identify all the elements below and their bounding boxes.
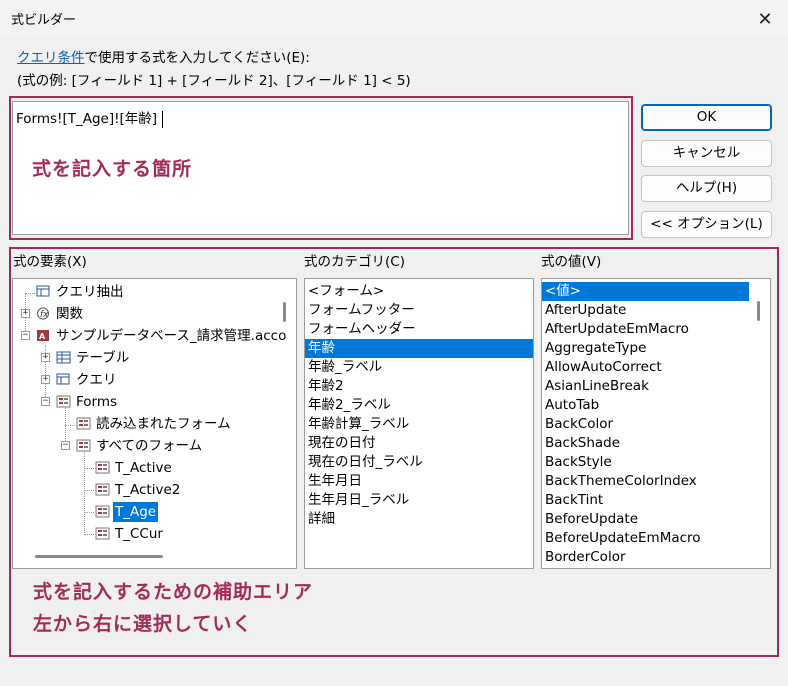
tree-line bbox=[84, 512, 94, 513]
tree-vertical-scrollbar[interactable] bbox=[283, 302, 286, 322]
value-item[interactable]: AfterUpdateEmMacro bbox=[542, 320, 749, 339]
tree-item-t-ccur[interactable]: T_CCur bbox=[95, 524, 165, 544]
value-item[interactable]: AllowAutoCorrect bbox=[542, 358, 749, 377]
value-item[interactable]: BeforeUpdate bbox=[542, 510, 749, 529]
collapse-toggle[interactable]: − bbox=[61, 441, 70, 450]
svg-text:A: A bbox=[39, 332, 46, 341]
expression-area-annotation: 式を記入する箇所 bbox=[32, 158, 193, 180]
category-item[interactable]: フォームフッター bbox=[305, 301, 533, 320]
category-item[interactable]: 生年月日 bbox=[305, 472, 533, 491]
value-item[interactable]: <値> bbox=[542, 282, 749, 301]
instruction-text: クエリ条件で使用する式を入力してください(E): bbox=[17, 46, 310, 66]
category-item[interactable]: 年齢_ラベル bbox=[305, 358, 533, 377]
query-icon bbox=[36, 285, 50, 297]
values-vertical-scrollbar[interactable] bbox=[757, 301, 760, 321]
category-item[interactable]: 年齢2 bbox=[305, 377, 533, 396]
example-text: (式の例: [フィールド 1] + [フィールド 2]、[フィールド 1] < … bbox=[17, 73, 411, 89]
tree-item-database[interactable]: A サンプルデータベース_請求管理.acco bbox=[36, 326, 288, 346]
expression-value: Forms![T_Age]![年齢] bbox=[16, 111, 158, 127]
form-icon bbox=[76, 439, 91, 452]
category-item[interactable]: 年齢2_ラベル bbox=[305, 396, 533, 415]
window-title: 式ビルダー bbox=[11, 13, 77, 28]
ok-button[interactable]: OK bbox=[641, 104, 772, 131]
instruction-rest: で使用する式を入力してください(E): bbox=[84, 50, 310, 66]
tree-line bbox=[84, 447, 85, 535]
value-item[interactable]: AggregateType bbox=[542, 339, 749, 358]
tree-item-loaded-forms[interactable]: 読み込まれたフォーム bbox=[76, 414, 233, 434]
query-criteria-link[interactable]: クエリ条件 bbox=[17, 50, 85, 66]
form-icon bbox=[56, 395, 71, 408]
value-item[interactable]: AutoTab bbox=[542, 396, 749, 415]
expand-toggle[interactable]: + bbox=[21, 309, 30, 318]
expand-toggle[interactable]: + bbox=[41, 375, 50, 384]
tree-item-t-age[interactable]: T_Age bbox=[95, 501, 160, 523]
form-icon bbox=[76, 417, 91, 430]
close-icon: ✕ bbox=[757, 8, 773, 30]
categories-label: 式のカテゴリ(C) bbox=[304, 254, 405, 270]
tree-item-query-extract[interactable]: クエリ抽出 bbox=[36, 282, 126, 302]
tree-item-queries[interactable]: クエリ bbox=[56, 370, 119, 390]
function-icon: fx bbox=[37, 307, 49, 320]
close-button[interactable]: ✕ bbox=[742, 0, 788, 38]
category-item[interactable]: 年齢 bbox=[305, 339, 533, 358]
tree-item-t-active[interactable]: T_Active bbox=[95, 458, 174, 478]
values-label: 式の値(V) bbox=[541, 254, 602, 270]
value-item[interactable]: BackTint bbox=[542, 491, 749, 510]
tree-item-t-active2[interactable]: T_Active2 bbox=[95, 480, 182, 500]
form-icon bbox=[95, 505, 110, 518]
value-item[interactable]: BackThemeColorIndex bbox=[542, 472, 749, 491]
cancel-button[interactable]: キャンセル bbox=[641, 140, 772, 167]
category-item[interactable]: 詳細 bbox=[305, 510, 533, 529]
tree-item-functions[interactable]: fx 関数 bbox=[36, 304, 85, 324]
tree-horizontal-scrollbar[interactable] bbox=[35, 555, 163, 558]
form-icon bbox=[95, 461, 110, 474]
value-item[interactable]: BackStyle bbox=[542, 453, 749, 472]
category-item[interactable]: 生年月日_ラベル bbox=[305, 491, 533, 510]
elements-tree[interactable]: + − + + − − クエリ抽出 fx 関数 A サンプルデータベース_請求管理.… bbox=[12, 278, 297, 569]
form-icon bbox=[95, 527, 110, 540]
tree-line bbox=[84, 534, 94, 535]
values-list[interactable]: <値> AfterUpdate AfterUpdateEmMacro Aggregat… bbox=[541, 278, 771, 569]
table-icon bbox=[56, 351, 71, 364]
tree-line bbox=[65, 425, 75, 426]
form-icon bbox=[95, 483, 110, 496]
helper-area-annotation-line2: 左から右に選択していく bbox=[33, 613, 253, 635]
value-item[interactable]: AsianLineBreak bbox=[542, 377, 749, 396]
expand-toggle[interactable]: + bbox=[41, 353, 50, 362]
category-item[interactable]: 現在の日付 bbox=[305, 434, 533, 453]
helper-area-annotation-line1: 式を記入するための補助エリア bbox=[33, 581, 314, 603]
svg-text:fx: fx bbox=[40, 310, 49, 320]
text-caret bbox=[162, 110, 164, 128]
value-item[interactable]: BackColor bbox=[542, 415, 749, 434]
collapse-toggle[interactable]: − bbox=[21, 331, 30, 340]
value-item[interactable]: BorderColor bbox=[542, 548, 749, 567]
categories-list[interactable]: <フォーム> フォームフッター フォームヘッダー 年齢 年齢_ラベル 年齢2 年齢2_ラベル… bbox=[304, 278, 534, 569]
help-button[interactable]: ヘルプ(H) bbox=[641, 175, 772, 202]
category-item[interactable]: <フォーム> bbox=[305, 282, 533, 301]
category-item[interactable]: フォームヘッダー bbox=[305, 320, 533, 339]
tree-item-all-forms[interactable]: すべてのフォーム bbox=[76, 436, 204, 456]
value-item[interactable]: BackShade bbox=[542, 434, 749, 453]
category-item[interactable]: 年齢計算_ラベル bbox=[305, 415, 533, 434]
elements-label: 式の要素(X) bbox=[13, 254, 87, 270]
title-bar: 式ビルダー ✕ bbox=[0, 0, 788, 38]
options-button[interactable]: << オプション(L) bbox=[641, 211, 772, 238]
access-database-icon: A bbox=[37, 330, 49, 341]
tree-item-tables[interactable]: テーブル bbox=[56, 348, 131, 368]
value-item[interactable]: AfterUpdate bbox=[542, 301, 749, 320]
tree-item-forms[interactable]: Forms bbox=[56, 392, 119, 412]
tree-line bbox=[84, 490, 94, 491]
tree-line bbox=[25, 293, 35, 294]
query-icon bbox=[56, 373, 70, 385]
collapse-toggle[interactable]: − bbox=[41, 397, 50, 406]
tree-line bbox=[84, 468, 94, 469]
category-item[interactable]: 現在の日付_ラベル bbox=[305, 453, 533, 472]
value-item[interactable]: BeforeUpdateEmMacro bbox=[542, 529, 749, 548]
